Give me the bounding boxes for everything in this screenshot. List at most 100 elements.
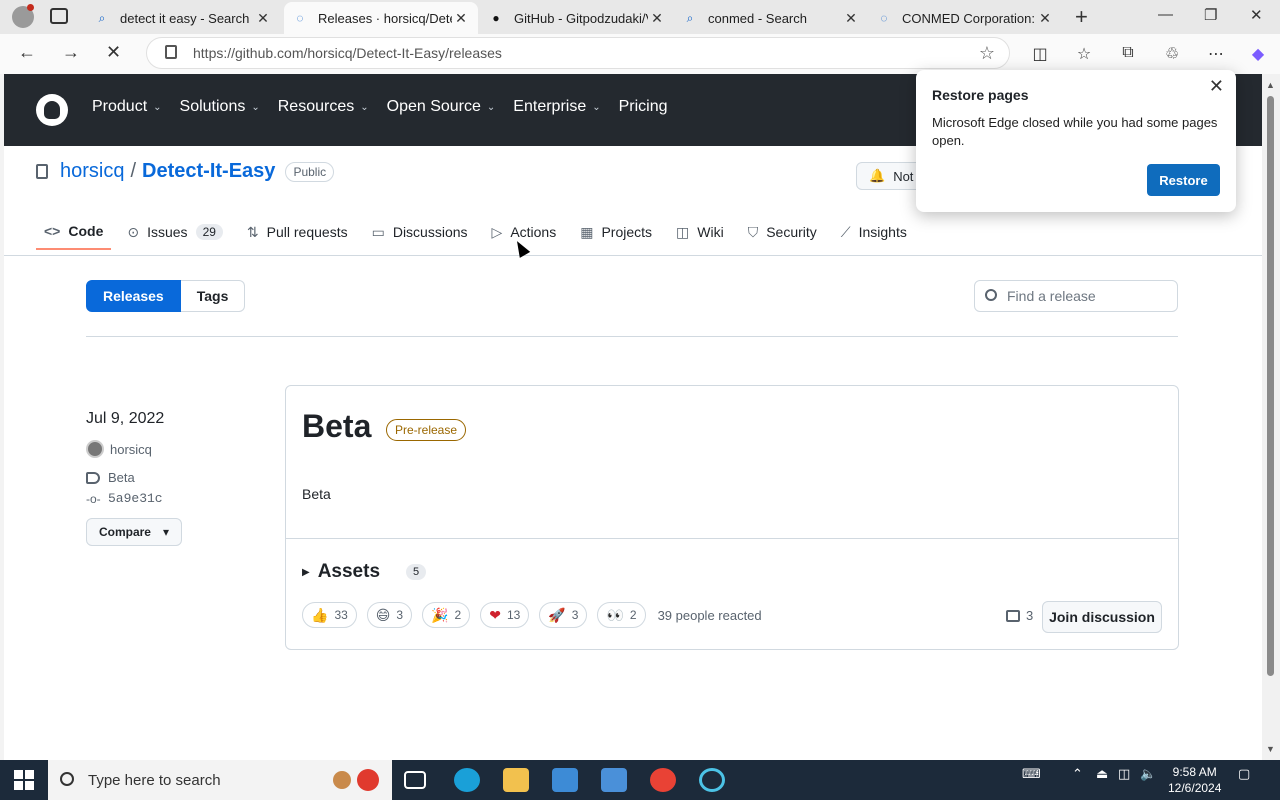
nav-product[interactable]: Product ⌄ <box>92 98 162 116</box>
settings-more-icon[interactable]: ⋯ <box>1206 44 1226 63</box>
nav-resources[interactable]: Resources ⌄ <box>278 98 369 116</box>
tab-actions-icon[interactable] <box>50 8 68 24</box>
ccleaner-icon[interactable] <box>699 768 725 792</box>
thumbs-up-icon: 👍 <box>311 606 329 623</box>
lock-icon[interactable] <box>165 45 177 59</box>
nav-pricing[interactable]: Pricing <box>619 98 668 116</box>
tab-insights[interactable]: ⟋ Insights <box>833 214 915 250</box>
browser-tab-active[interactable]: ◌ Releases · horsicq/Detect-It-Easy ✕ <box>284 2 478 34</box>
tab-projects[interactable]: ▦ Projects <box>572 214 660 250</box>
network-icon[interactable]: ◫ <box>1118 766 1130 782</box>
tab-issues[interactable]: ⊙ Issues 29 <box>119 214 231 250</box>
tab-discussions[interactable]: ▭ Discussions <box>364 214 476 250</box>
commit-row[interactable]: -o- 5a9e31c <box>86 491 182 506</box>
nav-solutions[interactable]: Solutions ⌄ <box>180 98 260 116</box>
nav-open-source[interactable]: Open Source ⌄ <box>387 98 496 116</box>
release-title[interactable]: Beta <box>302 408 371 445</box>
reacted-summary: 39 people reacted <box>657 607 762 623</box>
scroll-down-icon[interactable]: ▼ <box>1266 744 1275 754</box>
copilot-icon[interactable]: ◆ <box>1248 44 1268 63</box>
browser-tab[interactable]: ⌕ conmed - Search ✕ <box>674 2 868 34</box>
tab-title: CONMED Corporation: Sur <box>902 10 1036 26</box>
repo-name-link[interactable]: Detect-It-Easy <box>142 160 275 183</box>
close-icon[interactable]: ✕ <box>1036 10 1054 27</box>
reaction-heart[interactable]: ❤ 13 <box>480 602 530 628</box>
browser-tab[interactable]: ● GitHub - Gitpodzudaki/V ✕ <box>480 2 674 34</box>
tags-button[interactable]: Tags <box>180 280 246 312</box>
nav-enterprise[interactable]: Enterprise ⌄ <box>513 98 600 116</box>
taskbar-search[interactable]: Type here to search <box>48 760 392 800</box>
tab-wiki[interactable]: ◫ Wiki <box>668 214 732 250</box>
repo-owner-link[interactable]: horsicq <box>60 160 124 183</box>
chevron-down-icon: ⌄ <box>153 101 162 113</box>
graph-icon: ⟋ <box>840 223 851 240</box>
scroll-up-icon[interactable]: ▲ <box>1266 80 1275 90</box>
file-explorer-icon[interactable] <box>503 768 529 792</box>
favorite-star-icon[interactable]: ☆ <box>979 43 995 64</box>
volume-icon[interactable]: 🔈 <box>1140 766 1156 782</box>
search-icon: ⌕ <box>686 10 694 25</box>
release-card: Beta Pre-release Beta ▶ Assets 5 👍 33 😄 3 … <box>285 385 1179 650</box>
tab-pull-requests[interactable]: ⇅ Pull requests <box>239 214 356 250</box>
releases-button[interactable]: Releases <box>86 280 181 312</box>
tab-label: Issues <box>147 224 188 240</box>
keyboard-icon[interactable]: ⌨ <box>1022 766 1041 782</box>
edge-taskbar-icon[interactable] <box>454 768 480 792</box>
restore-window-icon[interactable]: ❐ <box>1204 6 1217 24</box>
releases-tags-toggle: Releases Tags <box>86 280 246 312</box>
close-icon[interactable]: ✕ <box>648 10 666 27</box>
nav-label: Open Source <box>386 98 481 115</box>
page-scrollbar[interactable]: ▲ ▼ <box>1262 74 1280 760</box>
new-tab-icon[interactable]: + <box>1075 4 1088 30</box>
address-bar[interactable]: https://github.com/horsicq/Detect-It-Eas… <box>146 37 1010 69</box>
back-icon[interactable]: ← <box>18 42 36 63</box>
tab-label: Security <box>766 224 817 240</box>
scrollbar-thumb[interactable] <box>1267 96 1274 676</box>
close-icon[interactable]: ✕ <box>254 10 272 27</box>
compare-button[interactable]: Compare ▾ <box>86 518 182 546</box>
system-clock[interactable]: 9:58 AM 12/6/2024 <box>1168 764 1221 796</box>
mail-icon[interactable] <box>601 768 627 792</box>
author-name[interactable]: horsicq <box>110 442 152 457</box>
reaction-hooray[interactable]: 🎉 2 <box>422 602 471 628</box>
split-screen-icon[interactable]: ◫ <box>1030 44 1050 63</box>
close-icon[interactable]: ✕ <box>842 10 860 27</box>
assets-toggle[interactable]: ▶ Assets 5 <box>302 561 427 583</box>
reaction-thumbs-up[interactable]: 👍 33 <box>302 602 357 628</box>
notifications-icon[interactable]: ▢ <box>1238 766 1250 782</box>
reaction-rocket[interactable]: 🚀 3 <box>539 602 588 628</box>
usb-icon[interactable]: ⏏ <box>1096 766 1108 782</box>
collections-icon[interactable]: ⧉ <box>1118 44 1138 62</box>
join-discussion-button[interactable]: Join discussion <box>1042 601 1162 633</box>
search-highlight-icon <box>333 769 379 791</box>
close-icon[interactable]: ✕ <box>452 10 470 27</box>
task-view-icon[interactable] <box>404 771 426 789</box>
browser-tab[interactable]: ⌕ detect it easy - Search ✕ <box>86 2 280 34</box>
author-row[interactable]: horsicq <box>86 440 182 458</box>
extensions-icon[interactable]: ♲ <box>1162 44 1182 63</box>
tab-security[interactable]: ⛉ Security <box>740 214 825 250</box>
chevron-up-icon[interactable]: ⌃ <box>1072 766 1083 782</box>
favorites-icon[interactable]: ☆ <box>1074 44 1094 63</box>
close-icon[interactable]: ✕ <box>1209 76 1224 97</box>
close-window-icon[interactable]: ✕ <box>1250 6 1263 24</box>
restore-button[interactable]: Restore <box>1147 164 1220 196</box>
forward-icon[interactable]: → <box>62 42 80 63</box>
browser-tab[interactable]: ◌ CONMED Corporation: Sur ✕ <box>868 2 1062 34</box>
find-release-input[interactable]: Find a release <box>974 280 1178 312</box>
minimize-icon[interactable]: — <box>1158 6 1173 23</box>
tag-row[interactable]: Beta <box>86 470 182 485</box>
windows-start-icon[interactable] <box>14 770 34 790</box>
tag-name[interactable]: Beta <box>108 470 135 485</box>
github-logo-icon[interactable] <box>36 94 68 126</box>
store-icon[interactable] <box>552 768 578 792</box>
reaction-laugh[interactable]: 😄 3 <box>366 602 413 628</box>
commit-hash[interactable]: 5a9e31c <box>108 491 163 506</box>
nav-label: Pricing <box>618 98 668 115</box>
reaction-eyes[interactable]: 👀 2 <box>597 602 646 628</box>
stop-loading-icon[interactable]: ✕ <box>106 42 121 63</box>
profile-avatar[interactable] <box>12 4 34 28</box>
tab-code[interactable]: <> Code <box>36 214 112 250</box>
chrome-icon[interactable] <box>650 768 676 792</box>
comments-count[interactable]: 3 <box>1006 608 1033 623</box>
